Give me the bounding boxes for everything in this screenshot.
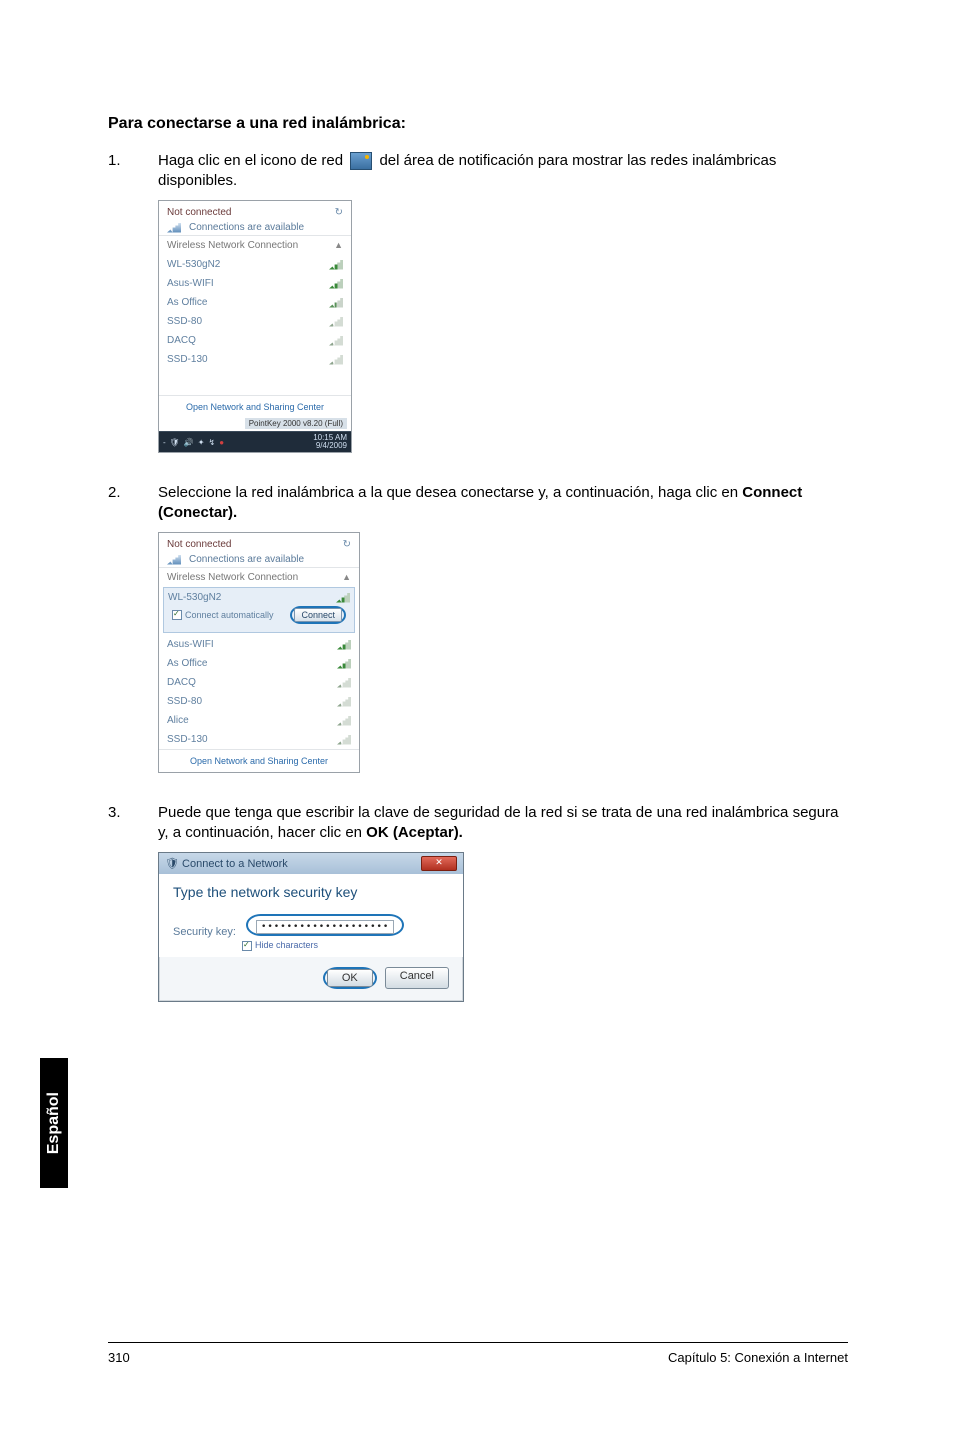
security-key-label: Security key:: [173, 926, 236, 938]
step-1: 1. Haga clic en el icono de red del área…: [108, 151, 848, 190]
signal-icon: [337, 640, 351, 650]
network-item[interactable]: Asus-WIFI: [159, 635, 359, 654]
connect-automatically-checkbox[interactable]: Connect automatically: [172, 610, 274, 621]
cancel-button[interactable]: Cancel: [385, 967, 449, 989]
flyout2-subtitle: Connections are available: [189, 554, 304, 565]
signal-icon: [337, 697, 351, 707]
signal-icon: [329, 279, 343, 289]
step-2: 2. Seleccione la red inalámbrica a la qu…: [108, 483, 848, 522]
network-item-selected[interactable]: WL-530gN2 Connect automatically Connect: [163, 587, 355, 633]
network-item[interactable]: SSD-130: [159, 730, 359, 749]
signal-icon: [336, 593, 350, 603]
taskbar-tray: -🛡🔊✦↯● 10:15 AM 9/4/2009: [159, 431, 351, 452]
hide-characters-checkbox[interactable]: Hide characters: [242, 940, 404, 951]
network-flyout-2: Not connected ↻ Connections are availabl…: [158, 532, 360, 773]
tray-date: 9/4/2009: [313, 442, 347, 450]
security-key-dialog: 🛡 Connect to a Network ✕ Type the networ…: [158, 852, 464, 1002]
chapter-title: Capítulo 5: Conexión a Internet: [668, 1350, 848, 1365]
page-number: 310: [108, 1350, 130, 1365]
ok-button[interactable]: OK: [327, 969, 373, 987]
step-2-text: Seleccione la red inalámbrica a la que d…: [158, 484, 742, 501]
signal-icon: [337, 716, 351, 726]
close-button[interactable]: ✕: [421, 856, 457, 871]
tray-app-badge: PointKey 2000 v8.20 (Full): [245, 418, 347, 429]
refresh-icon[interactable]: ↻: [343, 539, 351, 550]
network-item[interactable]: DACQ: [159, 331, 351, 350]
flyout1-section: Wireless Network Connection: [167, 240, 298, 251]
signal-icon: [329, 355, 343, 365]
security-key-input[interactable]: ••••••••••••••••••••: [256, 920, 394, 934]
open-sharing-center-link[interactable]: Open Network and Sharing Center: [159, 395, 351, 418]
network-item[interactable]: As Office: [159, 654, 359, 673]
step-3-number: 3.: [108, 803, 158, 842]
network-item[interactable]: SSD-80: [159, 692, 359, 711]
language-tab: Español: [40, 1058, 68, 1188]
signal-icon: [337, 659, 351, 669]
network-item[interactable]: As Office: [159, 293, 351, 312]
step-1-number: 1.: [108, 151, 158, 190]
step-3-text: Puede que tenga que escribir la clave de…: [158, 804, 838, 841]
connect-button[interactable]: Connect: [294, 608, 342, 622]
signal-icon: [329, 298, 343, 308]
network-item[interactable]: Alice: [159, 711, 359, 730]
dialog-title: Connect to a Network: [182, 858, 288, 870]
step-2-number: 2.: [108, 483, 158, 522]
flyout1-subtitle: Connections are available: [189, 222, 304, 233]
network-item[interactable]: SSD-130: [159, 350, 351, 369]
network-flyout-1: Not connected ↻ Connections are availabl…: [158, 200, 352, 453]
flyout2-section: Wireless Network Connection: [167, 572, 298, 583]
step-1-text-pre: Haga clic en el icono de red: [158, 152, 347, 169]
flyout1-title: Not connected: [167, 207, 232, 218]
network-item[interactable]: Asus-WIFI: [159, 274, 351, 293]
step-3: 3. Puede que tenga que escribir la clave…: [108, 803, 848, 842]
footer-divider: [108, 1342, 848, 1343]
network-item[interactable]: SSD-80: [159, 312, 351, 331]
signal-icon: [329, 336, 343, 346]
callout-oval: ••••••••••••••••••••: [246, 914, 404, 936]
signal-icon: [337, 678, 351, 688]
open-sharing-center-link[interactable]: Open Network and Sharing Center: [159, 749, 359, 772]
refresh-icon[interactable]: ↻: [335, 207, 343, 218]
signal-icon: [329, 260, 343, 270]
signal-icon: [329, 317, 343, 327]
network-tray-icon: [350, 152, 372, 170]
signal-icon: [167, 551, 185, 565]
callout-oval: Connect: [290, 606, 346, 624]
network-item[interactable]: WL-530gN2: [159, 255, 351, 274]
chevron-up-icon[interactable]: ▲: [342, 572, 351, 583]
chevron-up-icon[interactable]: ▲: [334, 240, 343, 251]
section-heading: Para conectarse a una red inalámbrica:: [108, 115, 848, 133]
network-item[interactable]: DACQ: [159, 673, 359, 692]
signal-icon: [167, 219, 185, 233]
flyout2-title: Not connected: [167, 539, 232, 550]
callout-oval: OK: [323, 967, 377, 989]
signal-icon: [337, 735, 351, 745]
dialog-heading: Type the network security key: [173, 884, 449, 900]
step-3-bold: OK (Aceptar).: [366, 824, 463, 841]
